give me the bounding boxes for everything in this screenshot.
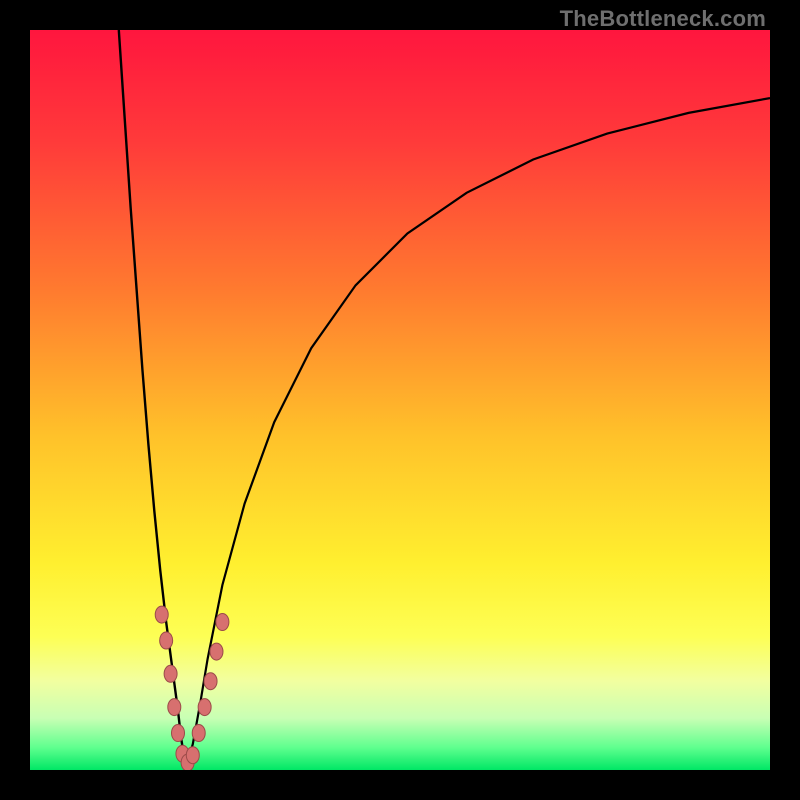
- marker-dot: [172, 725, 185, 742]
- marker-dot: [204, 673, 217, 690]
- marker-dot: [168, 699, 181, 716]
- marker-dot: [160, 632, 173, 649]
- marker-dot: [216, 614, 229, 631]
- marker-dot: [186, 747, 199, 764]
- marker-dot: [198, 699, 211, 716]
- marker-dot: [210, 643, 223, 660]
- curve-left-branch: [119, 30, 186, 770]
- marker-dot: [164, 665, 177, 682]
- marker-dot: [192, 725, 205, 742]
- bottleneck-curve: [30, 30, 770, 770]
- plot-area: [30, 30, 770, 770]
- marker-dot: [155, 606, 168, 623]
- watermark-text: TheBottleneck.com: [560, 6, 766, 32]
- chart-frame: TheBottleneck.com: [0, 0, 800, 800]
- curve-right-branch: [185, 98, 770, 770]
